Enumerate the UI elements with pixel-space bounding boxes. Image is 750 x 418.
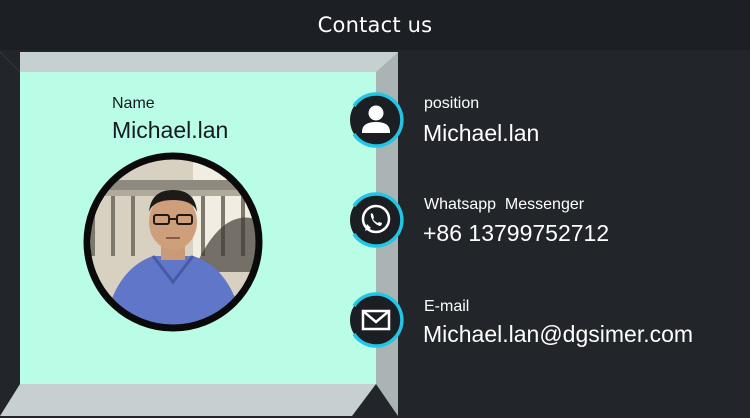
card-bottom-edge: [20, 384, 376, 416]
person-icon: [350, 92, 404, 148]
whatsapp-label: Whatsapp Messenger: [424, 196, 585, 213]
name-label: Name: [112, 95, 155, 112]
position-label: position: [424, 95, 480, 112]
header-bar: Contact us: [0, 0, 750, 50]
card-left-edge: [0, 52, 20, 416]
mail-icon[interactable]: [348, 292, 404, 348]
avatar: [83, 152, 263, 332]
email-value[interactable]: Michael.lan@dgsimer.com: [423, 321, 693, 348]
position-value: Michael.lan: [423, 120, 540, 146]
whatsapp-value[interactable]: +86 13799752712: [423, 220, 609, 247]
name-value: Michael.lan: [112, 117, 229, 143]
whatsapp-icon[interactable]: [348, 192, 404, 248]
card-top-edge: [20, 52, 398, 72]
email-label: E-mail: [424, 298, 470, 315]
page-title: Contact us: [317, 13, 433, 37]
